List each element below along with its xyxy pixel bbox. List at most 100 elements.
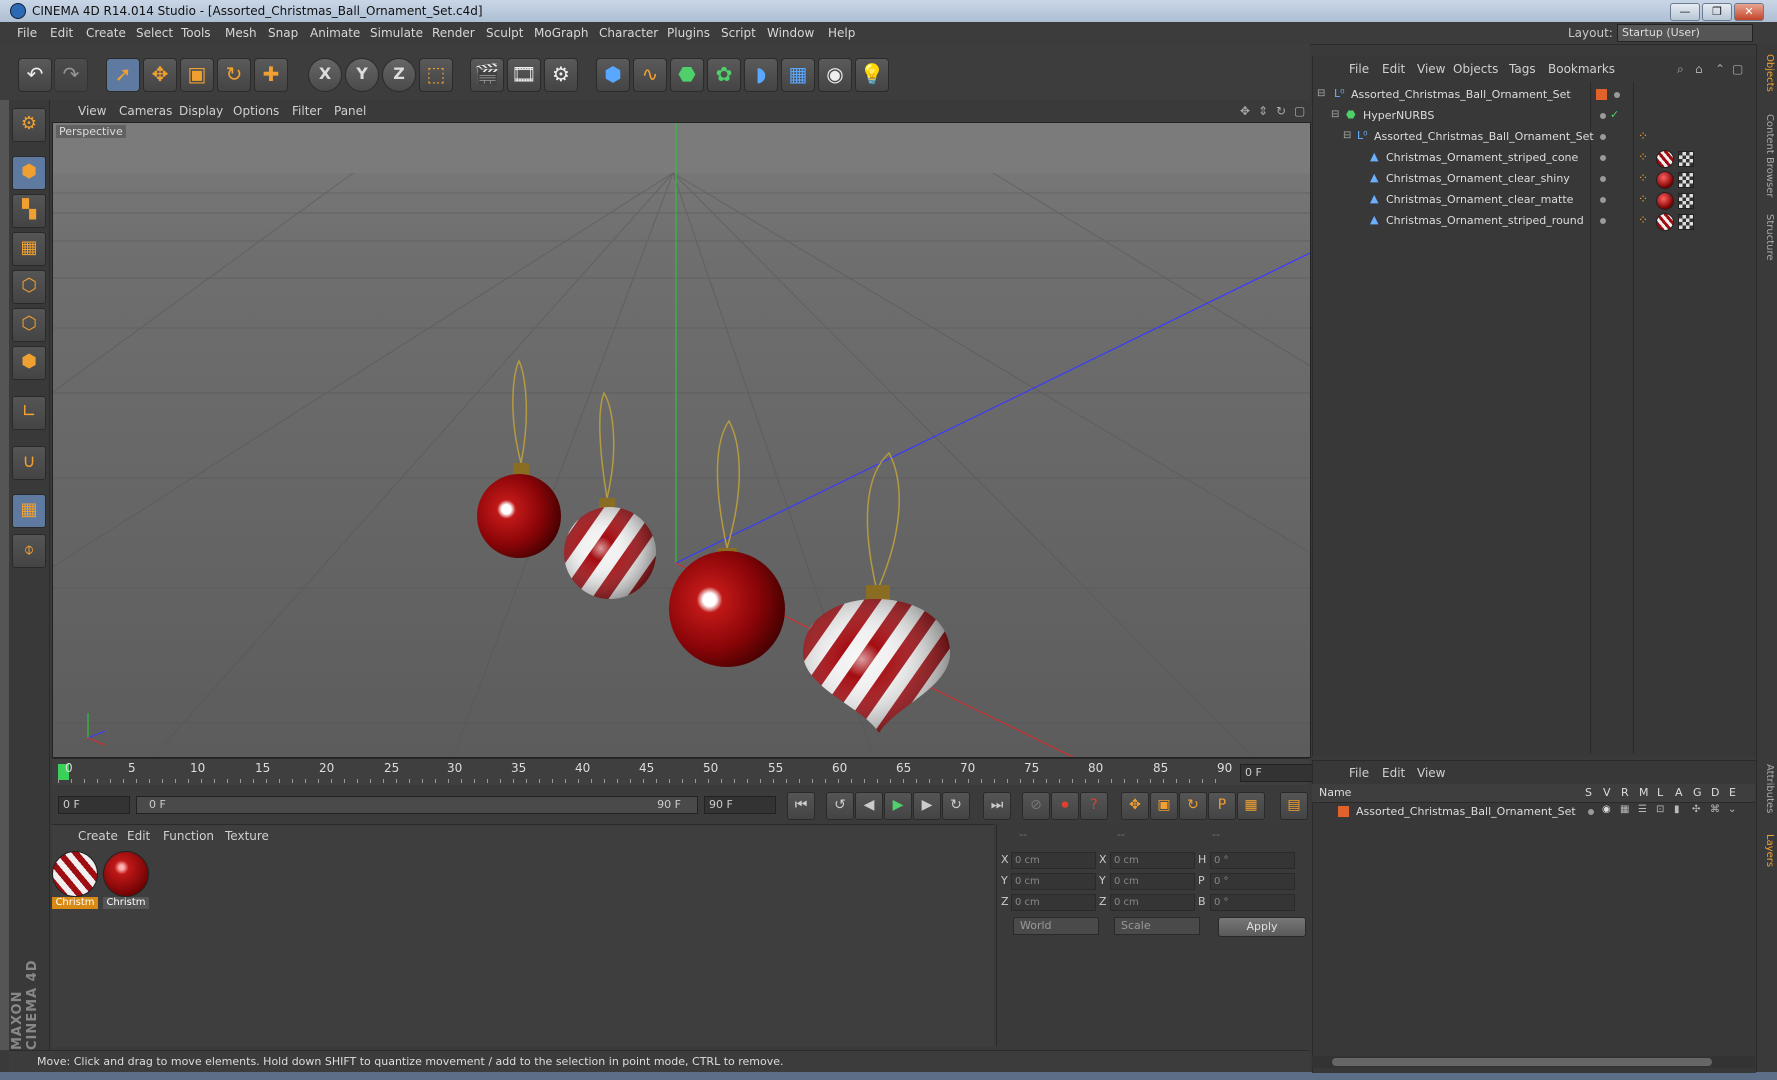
object-name[interactable]: Christmas_Ornament_striped_cone xyxy=(1386,151,1578,164)
z-axis-lock-icon[interactable]: Z xyxy=(382,58,416,92)
up-icon[interactable]: ⌃ xyxy=(1715,62,1725,76)
object-name[interactable]: HyperNURBS xyxy=(1363,109,1434,122)
visibility-dot[interactable] xyxy=(1600,134,1606,140)
expression-icon[interactable]: ⌄ xyxy=(1728,804,1736,815)
collapse-icon[interactable]: ⊟ xyxy=(1331,109,1339,120)
new-window-icon[interactable]: ▢ xyxy=(1732,62,1743,76)
search-icon[interactable]: ⌕ xyxy=(1677,62,1684,77)
phong-tag-icon[interactable]: ⁘ xyxy=(1638,213,1648,227)
menu-snap[interactable]: Snap xyxy=(268,26,298,40)
vp-menu-filter[interactable]: Filter xyxy=(292,104,322,118)
key-param-icon[interactable]: P xyxy=(1208,792,1236,820)
menu-animate[interactable]: Animate xyxy=(310,26,360,40)
previous-frame-icon[interactable]: ◀ xyxy=(855,792,883,820)
obj-menu-edit[interactable]: Edit xyxy=(1382,62,1405,76)
generator-icon[interactable]: ✣ xyxy=(1692,804,1700,815)
vp-menu-panel[interactable]: Panel xyxy=(334,104,366,118)
add-icon[interactable]: ✚ xyxy=(254,58,288,92)
vp-maximize-icon[interactable]: ▢ xyxy=(1294,104,1305,118)
material-tag-icon[interactable] xyxy=(1656,171,1674,189)
collapse-icon[interactable]: ⊟ xyxy=(1317,88,1325,99)
key-scale-icon[interactable]: ▣ xyxy=(1150,792,1178,820)
uvw-tag-icon[interactable] xyxy=(1678,151,1694,167)
visibility-dot[interactable] xyxy=(1600,155,1606,161)
light-icon[interactable]: 💡 xyxy=(855,58,889,92)
eye-icon[interactable]: ◉ xyxy=(1602,804,1611,815)
vp-nav-rotate-icon[interactable]: ↻ xyxy=(1276,104,1286,118)
vp-menu-options[interactable]: Options xyxy=(233,104,279,118)
edges-mode-icon[interactable]: ⬡ xyxy=(12,308,46,342)
object-row[interactable]: ⊟ ⬣ HyperNURBS ✓ xyxy=(1314,106,1754,126)
deformer-icon[interactable]: ⌘ xyxy=(1710,804,1720,815)
go-to-start-icon[interactable]: ⏮ xyxy=(787,792,815,820)
layer-col-expressions[interactable]: E xyxy=(1729,786,1736,799)
menu-mograph[interactable]: MoGraph xyxy=(534,26,589,40)
layer-menu-file[interactable]: File xyxy=(1349,766,1369,780)
menu-file[interactable]: File xyxy=(17,26,37,40)
snap-grid-icon[interactable]: ▦ xyxy=(12,494,46,528)
menu-plugins[interactable]: Plugins xyxy=(667,26,710,40)
frame-range-slider[interactable]: 0 F 90 F xyxy=(136,796,698,814)
spline-icon[interactable]: ∿ xyxy=(633,58,667,92)
mat-menu-edit[interactable]: Edit xyxy=(127,829,150,843)
vp-menu-cameras[interactable]: Cameras xyxy=(119,104,172,118)
y-axis-lock-icon[interactable]: Y xyxy=(345,58,379,92)
object-row[interactable]: ▲ Christmas_Ornament_clear_shiny ⁘ xyxy=(1314,169,1754,189)
uvw-tag-icon[interactable] xyxy=(1678,193,1694,209)
menu-script[interactable]: Script xyxy=(721,26,756,40)
layer-solo-toggle[interactable] xyxy=(1588,809,1594,815)
render-view-icon[interactable]: 🎬 xyxy=(470,58,504,92)
object-row[interactable]: ▲ Christmas_Ornament_striped_round ⁘ xyxy=(1314,211,1754,231)
layer-col-generators[interactable]: G xyxy=(1693,786,1702,799)
mat-menu-function[interactable]: Function xyxy=(163,829,214,843)
key-position-icon[interactable]: ✥ xyxy=(1121,792,1149,820)
move-icon[interactable]: ✥ xyxy=(143,58,177,92)
tab-objects[interactable]: Objects xyxy=(1760,54,1775,92)
next-frame-icon[interactable]: ▶ xyxy=(913,792,941,820)
layer-menu-edit[interactable]: Edit xyxy=(1382,766,1405,780)
object-row[interactable]: ⊟ L⁰ Assorted_Christmas_Ball_Ornament_Se… xyxy=(1314,127,1754,147)
layer-col-manager[interactable]: M xyxy=(1639,786,1649,799)
obj-menu-tags[interactable]: Tags xyxy=(1509,62,1536,76)
position-x-field[interactable]: 0 cm xyxy=(1011,852,1096,869)
visibility-dot[interactable] xyxy=(1600,218,1606,224)
tab-content-browser[interactable]: Content Browser xyxy=(1760,114,1775,197)
timeline-ruler[interactable]: 0 5 10 15 20 25 30 35 40 45 50 55 60 65 … xyxy=(52,758,1309,785)
scale-icon[interactable]: ▣ xyxy=(180,58,214,92)
auto-key-icon[interactable]: ⏺ xyxy=(1051,792,1079,820)
vp-menu-display[interactable]: Display xyxy=(179,104,223,118)
layer-col-solo[interactable]: S xyxy=(1585,786,1592,799)
render-icon[interactable]: ▦ xyxy=(1620,804,1629,815)
tab-layers[interactable]: Layers xyxy=(1760,834,1775,867)
coordinate-space-select[interactable]: World xyxy=(1013,917,1099,935)
cube-icon[interactable]: ⬢ xyxy=(596,58,630,92)
menu-mesh[interactable]: Mesh xyxy=(225,26,257,40)
start-frame-field[interactable]: 0 F xyxy=(58,796,130,814)
menu-help[interactable]: Help xyxy=(828,26,855,40)
obj-menu-objects[interactable]: Objects xyxy=(1453,62,1498,76)
array-icon[interactable]: ✿ xyxy=(707,58,741,92)
key-help-icon[interactable]: ? xyxy=(1080,792,1108,820)
layer-col-visible[interactable]: V xyxy=(1603,786,1611,799)
menu-create[interactable]: Create xyxy=(86,26,126,40)
mat-menu-create[interactable]: Create xyxy=(78,829,118,843)
layer-row[interactable]: Assorted_Christmas_Ball_Ornament_Set ◉ ▦… xyxy=(1314,802,1754,822)
polygons-mode-icon[interactable]: ⬢ xyxy=(12,346,46,380)
home-icon[interactable]: ⌂ xyxy=(1695,62,1703,76)
size-z-field[interactable]: 0 cm xyxy=(1110,894,1195,911)
timeline-window-icon[interactable]: ▤ xyxy=(1280,792,1308,820)
phong-tag-icon[interactable]: ⁘ xyxy=(1638,171,1648,185)
phong-tag-icon[interactable]: ⁘ xyxy=(1638,192,1648,206)
object-name[interactable]: Christmas_Ornament_striped_round xyxy=(1386,214,1584,227)
menu-edit[interactable]: Edit xyxy=(50,26,73,40)
tab-attributes[interactable]: Attributes xyxy=(1760,764,1775,813)
close-button[interactable]: ✕ xyxy=(1734,3,1764,21)
visibility-dot[interactable] xyxy=(1600,197,1606,203)
phong-tag-icon[interactable]: ⁘ xyxy=(1638,129,1648,143)
object-name[interactable]: Assorted_Christmas_Ball_Ornament_Set xyxy=(1351,88,1571,101)
x-axis-lock-icon[interactable]: X xyxy=(308,58,342,92)
rotation-b-field[interactable]: 0 ° xyxy=(1210,894,1295,911)
magnet-icon[interactable]: ∪ xyxy=(12,446,46,480)
make-editable-icon[interactable]: ⚙ xyxy=(12,108,46,142)
end-frame-field[interactable]: 90 F xyxy=(704,796,776,814)
